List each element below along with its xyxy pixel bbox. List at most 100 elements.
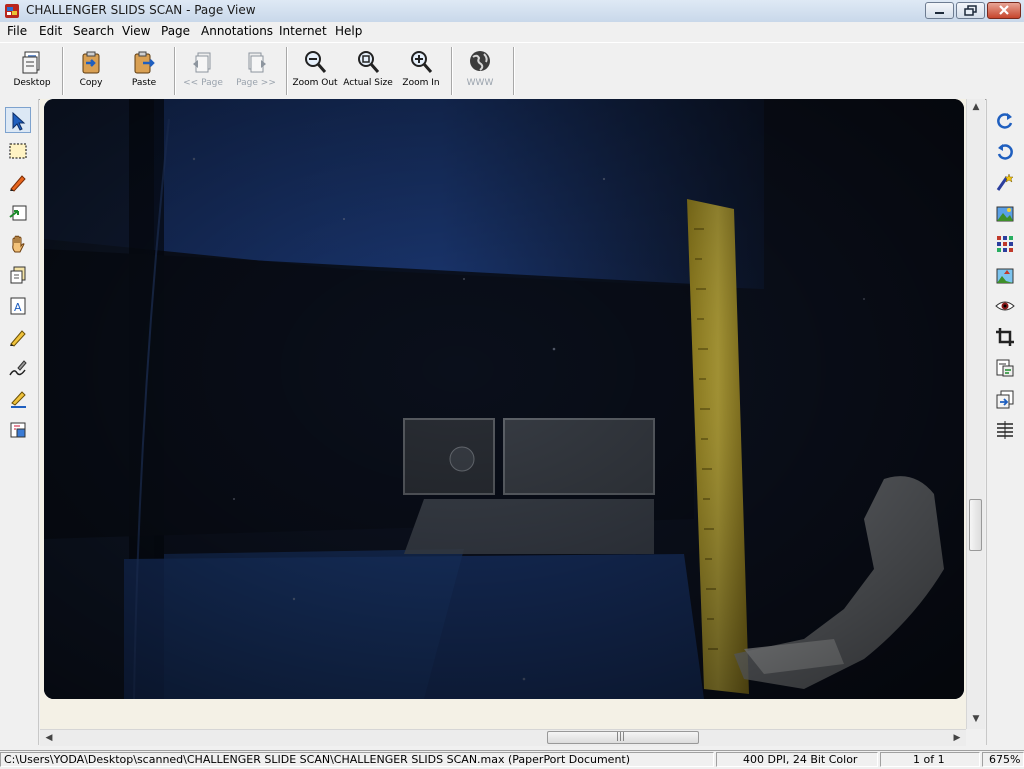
- menu-edit[interactable]: Edit: [37, 24, 64, 38]
- menu-page[interactable]: Page: [159, 24, 192, 38]
- menu-search[interactable]: Search: [71, 24, 116, 38]
- copy-button[interactable]: Copy: [66, 47, 116, 95]
- line-tool-button[interactable]: [5, 386, 31, 412]
- zoom-out-button[interactable]: Zoom Out: [290, 47, 340, 95]
- crop-button[interactable]: [992, 324, 1018, 350]
- desktop-icon: [22, 51, 40, 74]
- previous-page-label: << Page: [183, 78, 223, 88]
- zoom-in-button[interactable]: Zoom In: [396, 47, 446, 95]
- text-box-icon: A: [10, 297, 26, 315]
- rotate-left-icon: [997, 144, 1013, 160]
- minimize-button[interactable]: [925, 2, 954, 19]
- maximize-icon: [964, 5, 977, 16]
- copy-label: Copy: [79, 78, 103, 88]
- svg-text:A: A: [14, 301, 22, 314]
- line-tool-icon: [11, 391, 26, 408]
- minimize-icon: [935, 12, 944, 14]
- next-page-icon: [248, 52, 266, 73]
- desktop-button[interactable]: Desktop: [7, 47, 57, 95]
- paperport-icon: [5, 4, 19, 18]
- rotate-right-button[interactable]: [992, 107, 1018, 133]
- actual-size-icon: [358, 51, 380, 73]
- text-box-tool-button[interactable]: A: [5, 293, 31, 319]
- enhance-wand-icon: [996, 173, 1014, 191]
- status-resolution: 400 DPI, 24 Bit Color: [716, 752, 878, 767]
- thumbnail-grid-icon: [997, 236, 1013, 252]
- toolbar-separator: [451, 47, 453, 95]
- hand-pan-icon: [12, 235, 25, 253]
- zoom-out-label: Zoom Out: [292, 78, 338, 88]
- scanned-slide-image: [44, 99, 964, 699]
- vertical-scroll-thumb[interactable]: [969, 499, 982, 551]
- straighten-button[interactable]: [992, 417, 1018, 443]
- toolbar-separator: [174, 47, 176, 95]
- marquee-select-icon: [9, 143, 27, 159]
- scroll-down-arrow-icon[interactable]: ▼: [967, 711, 985, 727]
- maximize-button[interactable]: [956, 2, 985, 19]
- stamp-icon: [10, 422, 26, 438]
- text-tool-button[interactable]: [5, 262, 31, 288]
- vertical-scrollbar[interactable]: ▲ ▼: [966, 99, 985, 729]
- paste-label: Paste: [131, 78, 157, 88]
- enhance-button[interactable]: [992, 169, 1018, 195]
- next-page-label: Page >>: [236, 78, 276, 88]
- title-bar[interactable]: CHALLENGER SLIDS SCAN - Page View: [0, 0, 1024, 23]
- view-eye-icon: [995, 301, 1015, 311]
- previous-page-icon: [193, 52, 211, 73]
- note-tool-button[interactable]: [5, 200, 31, 226]
- pencil-icon: [10, 330, 26, 347]
- highlighter-icon: [10, 175, 26, 192]
- horizontal-scroll-thumb[interactable]: |||: [547, 731, 699, 744]
- menu-internet[interactable]: Internet: [277, 24, 329, 38]
- scroll-right-arrow-icon[interactable]: ▶: [948, 730, 966, 746]
- select-tool-button[interactable]: [5, 107, 31, 133]
- photo-edit-button[interactable]: [992, 200, 1018, 226]
- menu-bar: File Edit Search View Page Annotations I…: [0, 22, 1024, 42]
- scroll-left-arrow-icon[interactable]: ◀: [40, 730, 58, 746]
- marquee-tool-button[interactable]: [5, 138, 31, 164]
- www-button[interactable]: WWW: [455, 47, 505, 95]
- thumbnail-grid-button[interactable]: [992, 231, 1018, 257]
- status-zoom: 675%: [982, 752, 1024, 767]
- paste-button[interactable]: Paste: [119, 47, 169, 95]
- paste-icon: [134, 51, 155, 74]
- zoom-in-icon: [411, 51, 433, 73]
- zoom-out-icon: [305, 51, 327, 73]
- status-bar: C:\Users\YODA\Desktop\scanned\CHALLENGER…: [0, 750, 1024, 769]
- globe-icon: [470, 51, 490, 71]
- image-tools-toolbar: [986, 99, 1024, 745]
- select-arrow-icon: [12, 111, 26, 131]
- previous-page-button[interactable]: << Page: [178, 47, 228, 95]
- zoom-in-label: Zoom In: [402, 78, 440, 88]
- freehand-tool-button[interactable]: [5, 355, 31, 381]
- scroll-up-arrow-icon[interactable]: ▲: [967, 99, 985, 115]
- page-transfer-button[interactable]: [992, 386, 1018, 412]
- menu-view[interactable]: View: [120, 24, 152, 38]
- stamp-tool-button[interactable]: [5, 417, 31, 443]
- page-transfer-icon: [996, 390, 1014, 409]
- menu-file[interactable]: File: [5, 24, 29, 38]
- view-button[interactable]: [992, 293, 1018, 319]
- toolbar-separator: [513, 47, 515, 95]
- clipboard-image-button[interactable]: [992, 355, 1018, 381]
- document-view[interactable]: [40, 99, 966, 729]
- menu-help[interactable]: Help: [333, 24, 364, 38]
- desktop-label: Desktop: [13, 78, 51, 88]
- actual-size-label: Actual Size: [343, 78, 393, 88]
- rotate-left-button[interactable]: [992, 138, 1018, 164]
- main-toolbar: Desktop Copy Paste << Page Page >> Zoom …: [0, 42, 1024, 100]
- horizontal-scrollbar[interactable]: ◀ ||| ▶: [40, 729, 966, 746]
- image-adjust-button[interactable]: [992, 262, 1018, 288]
- pencil-tool-button[interactable]: [5, 324, 31, 350]
- status-page: 1 of 1: [880, 752, 980, 767]
- close-button[interactable]: [987, 2, 1021, 19]
- annotation-toolbar: A: [0, 99, 39, 745]
- toolbar-separator: [62, 47, 64, 95]
- menu-annotations[interactable]: Annotations: [199, 24, 275, 38]
- next-page-button[interactable]: Page >>: [231, 47, 281, 95]
- highlighter-tool-button[interactable]: [5, 169, 31, 195]
- actual-size-button[interactable]: Actual Size: [343, 47, 393, 95]
- image-adjust-icon: [996, 268, 1014, 284]
- photo-edit-icon: [996, 206, 1014, 222]
- pan-tool-button[interactable]: [5, 231, 31, 257]
